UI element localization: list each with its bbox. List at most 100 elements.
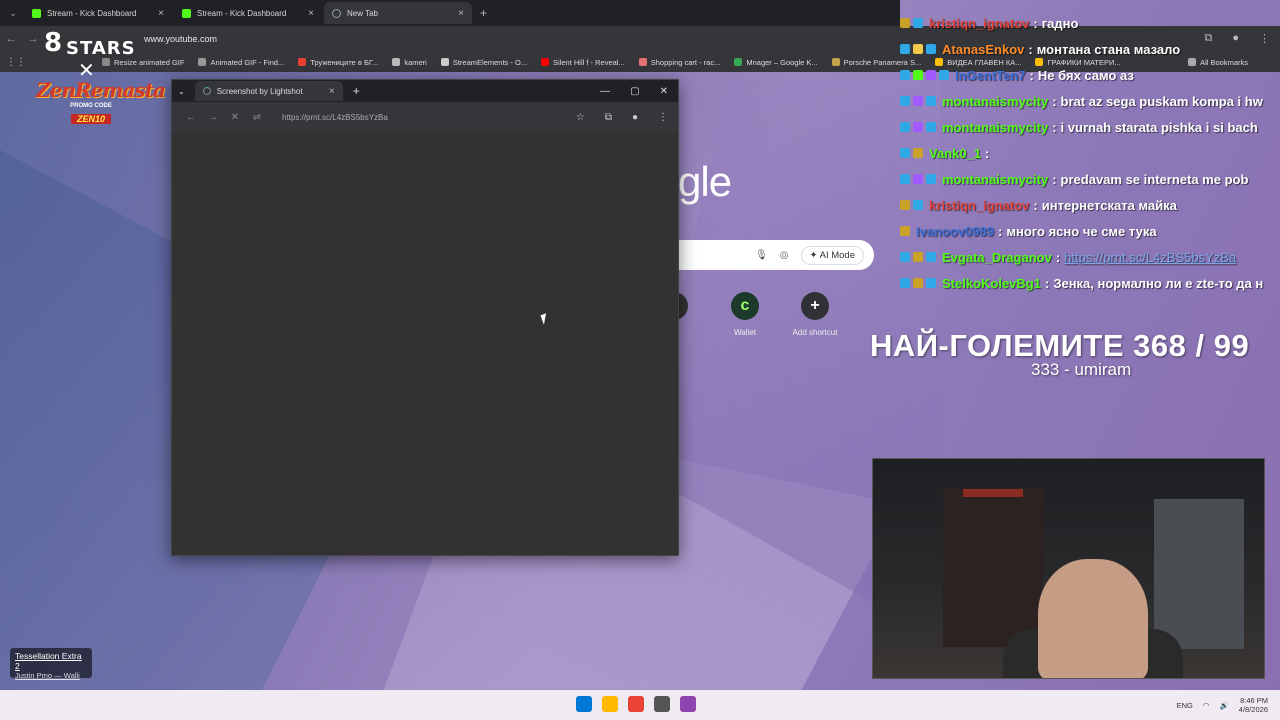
badge-icon — [900, 148, 910, 158]
chat-username[interactable]: montanaismycity — [942, 172, 1048, 187]
lens-icon[interactable]: ◎ — [780, 250, 789, 261]
badge-icon — [926, 96, 936, 106]
popup-address-bar[interactable]: https://prnt.sc/L4zBS5bsYzBa — [282, 113, 388, 122]
badge-icon — [913, 148, 923, 158]
address-bar[interactable]: www.youtube.com — [144, 34, 217, 44]
logo-number: 8 — [44, 28, 63, 58]
bookmark-item[interactable]: Тружениците в БГ... — [298, 58, 378, 67]
taskbar-app-icon[interactable] — [654, 696, 670, 712]
goal-title: НАЙ-ГОЛЕМИТЕ 368 / 99 — [870, 328, 1250, 363]
taskbar-app-icon[interactable] — [628, 696, 644, 712]
close-tab-icon[interactable]: × — [308, 8, 314, 19]
close-tab-icon[interactable]: × — [329, 86, 335, 97]
bookmark-star-icon[interactable]: ☆ — [576, 112, 585, 123]
bookmark-item[interactable]: Mnager – Google K... — [734, 58, 818, 67]
bookmark-item[interactable]: Silent Hill f - Reveal... — [541, 58, 625, 67]
chat-message: montanaismycity: predavam se interneta me… — [900, 166, 1280, 192]
minimize-icon[interactable]: — — [600, 86, 610, 97]
site-info-icon[interactable]: ⇌ — [246, 112, 268, 123]
bookmark-item[interactable]: kameri — [392, 58, 427, 67]
tab-search-icon[interactable]: ⌄ — [178, 87, 185, 96]
google-logo: gle — [678, 158, 732, 205]
chat-message: montanaismycity: i vurnah starata pishka … — [900, 114, 1280, 140]
browser-tab[interactable]: Stream - Kick Dashboard × — [24, 2, 172, 24]
tab-search-icon[interactable]: ⌄ — [4, 8, 22, 19]
menu-icon[interactable]: ⋮ — [658, 112, 668, 123]
chat-username[interactable]: montanaismycity — [942, 94, 1048, 109]
chat-separator: : — [1033, 197, 1038, 213]
tab-label: Stream - Kick Dashboard — [197, 8, 287, 18]
close-tab-icon[interactable]: × — [458, 8, 464, 19]
chat-message: Ivanoov0989: много ясно че сме тука — [900, 218, 1280, 244]
new-tab-icon[interactable]: + — [480, 6, 487, 20]
chat-separator: : — [1029, 67, 1034, 83]
forward-icon[interactable]: → — [22, 33, 44, 45]
chat-username[interactable]: kristiqn_ignatov — [929, 198, 1029, 213]
chat-text: интернетската майка — [1041, 197, 1177, 213]
badge-icon — [939, 70, 949, 80]
chat-username[interactable]: InGentTen7 — [955, 68, 1026, 83]
chat-message: InGentTen7: Не бях само аз — [900, 62, 1280, 88]
bookmark-label: Shopping cart - rac... — [650, 57, 721, 67]
bookmark-label: Animated GIF - Find... — [210, 57, 285, 67]
extensions-icon[interactable]: ⧉ — [605, 112, 612, 123]
chat-username[interactable]: AtanasEnkov — [942, 42, 1024, 57]
wifi-icon[interactable]: ◠ — [1203, 701, 1210, 710]
stream-chat: kristiqn_ignatov: гадно AtanasEnkov: монтан… — [900, 10, 1280, 296]
apps-icon[interactable]: ⋮⋮ — [0, 57, 32, 68]
webcam-feed — [872, 458, 1265, 679]
chat-separator: : — [1052, 93, 1057, 109]
chat-username[interactable]: Evgata_Draganov — [942, 250, 1052, 265]
chat-username[interactable]: Vank0_1 — [929, 146, 981, 161]
language-indicator[interactable]: ENG — [1177, 701, 1193, 710]
taskbar-app-icon[interactable] — [602, 696, 618, 712]
song-title: Tessellation Extra 2 — [15, 651, 82, 671]
loading-icon — [332, 8, 341, 18]
chat-message: montanaismycity: brat az sega puskam komp… — [900, 88, 1280, 114]
popup-browser-window: ⌄ Screenshot by Lightshot × + — ▢ ✕ ← → … — [171, 79, 679, 556]
stop-loading-icon[interactable]: ✕ — [224, 112, 246, 123]
maximize-icon[interactable]: ▢ — [630, 86, 639, 97]
badge-icon — [900, 174, 910, 184]
clock[interactable]: 8:46 PM 4/8/2026 — [1239, 696, 1268, 714]
tab-label: New Tab — [347, 8, 378, 18]
volume-icon[interactable]: 🔊 — [1219, 701, 1228, 710]
chat-username[interactable]: kristiqn_ignatov — [929, 16, 1029, 31]
new-tab-icon[interactable]: + — [353, 84, 360, 98]
bookmark-item[interactable]: Shopping cart - rac... — [638, 57, 721, 67]
close-window-icon[interactable]: ✕ — [660, 86, 668, 97]
back-icon[interactable]: ← — [180, 112, 202, 123]
shortcut-add[interactable]: + Add shortcut — [785, 292, 845, 337]
chat-username[interactable]: Ivanoov0989 — [916, 224, 994, 239]
bookmark-item[interactable]: StreamElements - O... — [440, 58, 527, 67]
close-tab-icon[interactable]: × — [158, 8, 164, 19]
favicon-icon — [541, 58, 550, 66]
badge-icon — [926, 174, 936, 184]
badge-icon — [900, 226, 910, 236]
taskbar-app-icon[interactable] — [576, 696, 592, 712]
badge-icon — [913, 122, 923, 132]
back-icon[interactable]: ← — [0, 33, 22, 45]
taskbar-app-icon[interactable] — [680, 696, 696, 712]
chat-text: brat az sega puskam kompa i hw — [1060, 93, 1263, 109]
bookmark-item[interactable]: Animated GIF - Find... — [198, 58, 284, 67]
browser-tab-active[interactable]: New Tab × — [324, 2, 472, 24]
chat-link[interactable]: https://prnt.sc/L4zBS5bsYzBa — [1064, 250, 1236, 265]
chat-text: гадно — [1041, 15, 1079, 31]
shortcut-wallet[interactable]: c Wallet — [715, 292, 775, 337]
popup-tab[interactable]: Screenshot by Lightshot × — [194, 81, 343, 101]
browser-tab[interactable]: Stream - Kick Dashboard × — [174, 2, 322, 24]
google-search-box[interactable]: 🎙 ◎ ✦ AI Mode — [678, 240, 874, 270]
profile-icon[interactable]: ● — [632, 112, 638, 123]
forward-icon[interactable]: → — [202, 112, 224, 123]
chat-username[interactable]: StelkoKolevBg1 — [942, 276, 1041, 291]
favicon-icon — [638, 58, 647, 66]
badge-icon — [926, 70, 936, 80]
chat-text: много ясно че сме тука — [1006, 223, 1157, 239]
microphone-icon[interactable]: 🎙 — [755, 250, 768, 261]
chat-username[interactable]: montanaismycity — [942, 120, 1048, 135]
ai-mode-button[interactable]: ✦ AI Mode — [800, 245, 864, 265]
browser-tab-strip: ⌄ Stream - Kick Dashboard × Stream - Kic… — [0, 0, 900, 26]
badge-icon — [926, 44, 936, 54]
ai-mode-label: AI Mode — [819, 249, 855, 261]
